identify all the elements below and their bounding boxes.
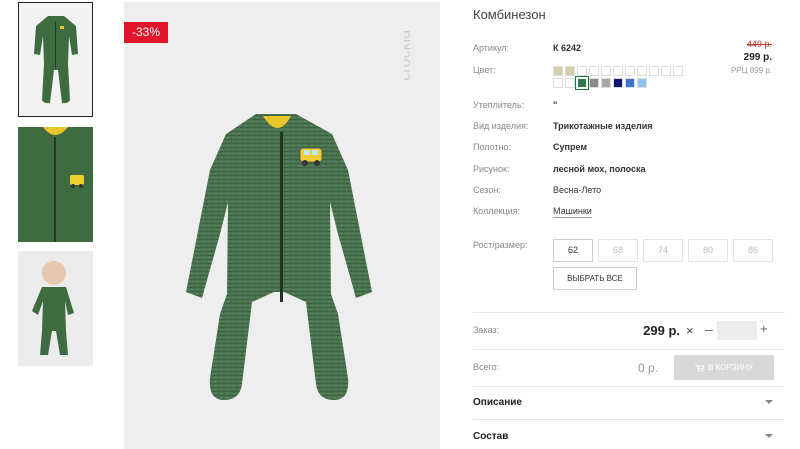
insulation-label: Утеплитель: bbox=[473, 100, 525, 110]
product-thumbnail-image bbox=[33, 15, 78, 103]
color-swatch[interactable] bbox=[649, 66, 659, 76]
bodysuit-image bbox=[186, 114, 372, 400]
color-swatch[interactable] bbox=[625, 66, 635, 76]
product-title: Комбинезон bbox=[473, 7, 546, 22]
size-label: Рост/размер: bbox=[473, 240, 528, 250]
color-swatch[interactable] bbox=[613, 78, 623, 88]
color-swatch[interactable] bbox=[601, 78, 611, 88]
order-label: Заказ: bbox=[473, 325, 500, 335]
size-option-80[interactable]: 80 bbox=[688, 239, 728, 262]
thumbnail-baby[interactable] bbox=[18, 251, 93, 366]
product-detail-image bbox=[18, 127, 93, 242]
current-price: 299 р. bbox=[743, 52, 772, 63]
thumbnail-front[interactable] bbox=[18, 2, 93, 117]
increase-quantity-button[interactable]: + bbox=[760, 321, 768, 336]
main-product-image: -33% crockid bbox=[124, 2, 440, 449]
color-swatch[interactable] bbox=[637, 78, 647, 88]
fabric-label: Полотно: bbox=[473, 142, 512, 152]
accordion-description[interactable]: Описание bbox=[473, 397, 522, 408]
divider bbox=[473, 419, 785, 420]
color-swatch[interactable] bbox=[575, 76, 589, 90]
color-label: Цвет: bbox=[473, 65, 496, 75]
order-price: 299 р. bbox=[643, 323, 680, 338]
chevron-down-icon[interactable] bbox=[765, 400, 773, 404]
color-swatch[interactable] bbox=[565, 78, 575, 88]
color-swatch[interactable] bbox=[601, 66, 611, 76]
divider bbox=[473, 386, 785, 387]
collection-link[interactable]: Машинки bbox=[553, 206, 592, 216]
add-to-cart-label: В КОРЗИНУ bbox=[708, 363, 753, 372]
color-swatch[interactable] bbox=[661, 66, 671, 76]
pattern-label: Рисунок: bbox=[473, 164, 510, 174]
select-all-sizes-button[interactable]: ВЫБРАТЬ ВСЕ bbox=[553, 267, 637, 290]
accordion-composition[interactable]: Состав bbox=[473, 431, 508, 442]
decrease-quantity-button[interactable]: – bbox=[705, 321, 713, 337]
color-swatch[interactable] bbox=[589, 66, 599, 76]
size-option-86[interactable]: 86 bbox=[733, 239, 773, 262]
color-swatch[interactable] bbox=[565, 66, 575, 76]
type-value: Трикотажные изделия bbox=[553, 121, 653, 131]
total-label: Всего: bbox=[473, 362, 500, 372]
remove-item-icon[interactable]: × bbox=[686, 323, 694, 338]
add-to-cart-button[interactable]: В КОРЗИНУ bbox=[674, 355, 774, 380]
chevron-down-icon[interactable] bbox=[765, 434, 773, 438]
insulation-value: " bbox=[553, 100, 558, 110]
color-swatch[interactable] bbox=[553, 66, 563, 76]
total-value: 0 р. bbox=[637, 361, 658, 375]
divider bbox=[473, 312, 785, 313]
color-swatch[interactable] bbox=[673, 66, 683, 76]
size-option-62[interactable]: 62 bbox=[553, 239, 593, 262]
color-swatch[interactable] bbox=[553, 78, 563, 88]
article-label: Артикул: bbox=[473, 43, 510, 53]
fabric-value: Супрем bbox=[553, 142, 587, 152]
season-value: Весна-Лето bbox=[553, 185, 602, 195]
recommended-retail-price: РРЦ 899 р. bbox=[730, 66, 772, 75]
pattern-value: лесной мох, полоска bbox=[553, 164, 646, 174]
collection-label: Коллекция: bbox=[473, 206, 521, 216]
cart-icon bbox=[695, 364, 705, 372]
size-option-68[interactable]: 68 bbox=[598, 239, 638, 262]
size-option-74[interactable]: 74 bbox=[643, 239, 683, 262]
color-swatch[interactable] bbox=[577, 66, 587, 76]
color-swatch[interactable] bbox=[589, 78, 599, 88]
season-label: Сезон: bbox=[473, 185, 501, 195]
color-swatch[interactable] bbox=[625, 78, 635, 88]
color-swatch[interactable] bbox=[637, 66, 647, 76]
thumbnail-detail[interactable] bbox=[18, 127, 93, 242]
article-value: К 6242 bbox=[553, 43, 582, 53]
divider bbox=[473, 349, 785, 350]
color-swatch[interactable] bbox=[613, 66, 623, 76]
quantity-input[interactable] bbox=[717, 321, 757, 340]
baby-photo-image bbox=[18, 251, 93, 366]
type-label: Вид изделия: bbox=[473, 121, 529, 131]
old-price: 449 р. bbox=[746, 39, 772, 49]
